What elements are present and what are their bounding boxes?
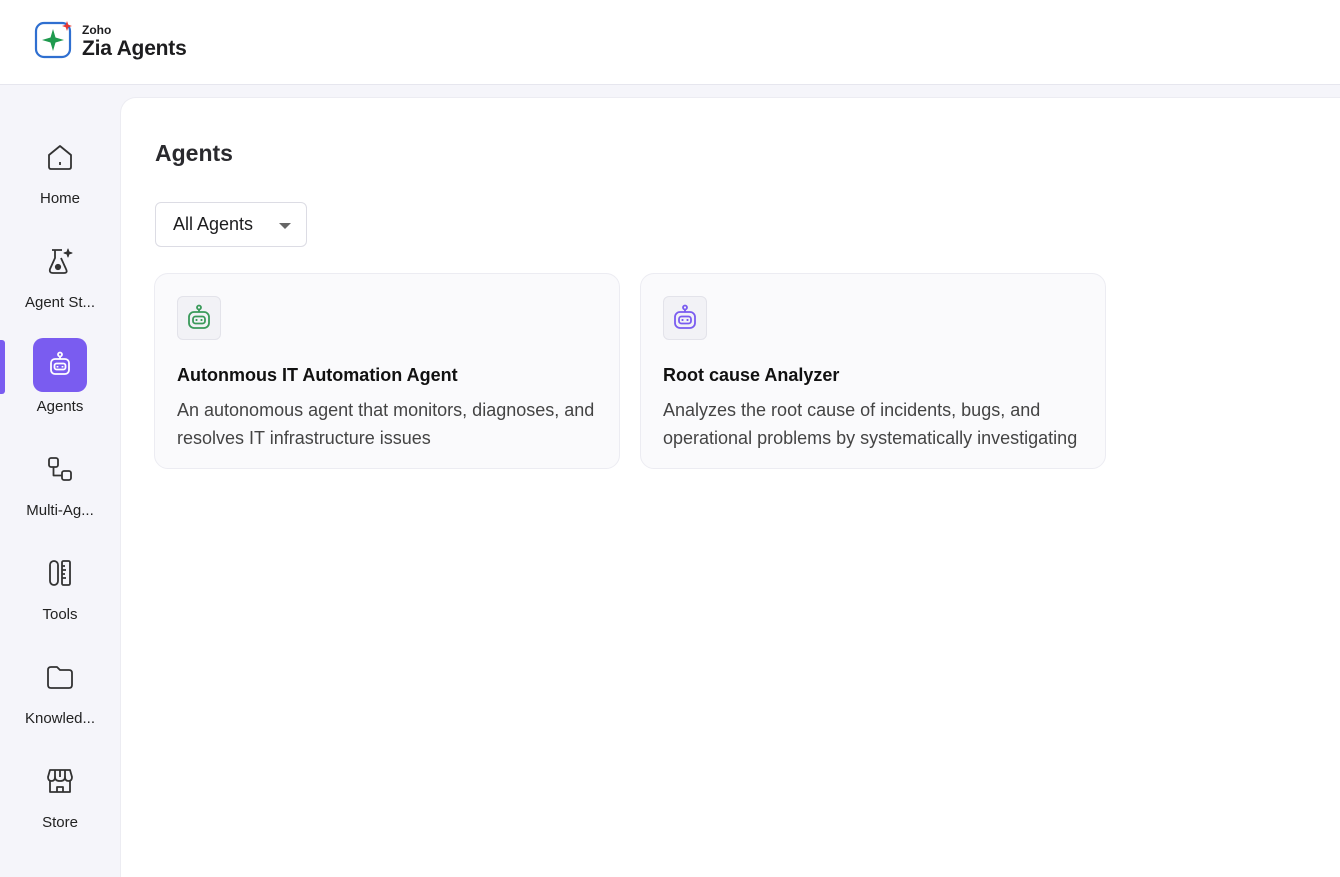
- folder-icon: [33, 650, 87, 704]
- agent-card-title: Autonmous IT Automation Agent: [177, 365, 458, 385]
- agent-card[interactable]: Autonmous IT Automation Agent An autonom…: [154, 273, 620, 469]
- sidebar-item-tools[interactable]: Tools: [0, 546, 120, 646]
- sidebar-item-home[interactable]: Home: [0, 130, 120, 230]
- agent-card-description: An autonomous agent that monitors, diagn…: [177, 400, 595, 448]
- sidebar-item-label: Store: [42, 814, 78, 831]
- chevron-down-icon: [279, 223, 291, 229]
- agent-card-description: Analyzes the root cause of incidents, bu…: [663, 400, 1078, 448]
- sidebar-item-label: Agent St...: [24, 294, 96, 311]
- tools-icon: [33, 546, 87, 600]
- robot-icon: [33, 338, 87, 392]
- agent-filter-dropdown[interactable]: All Agents: [155, 202, 307, 247]
- sidebar-item-label: Agents: [36, 398, 84, 415]
- sidebar-item-store[interactable]: Store: [0, 754, 120, 854]
- page-title: Agents: [155, 140, 233, 166]
- robot-icon: [177, 296, 221, 340]
- main-content: Agents All Agents Autonmous IT Automatio…: [120, 97, 1340, 877]
- agent-studio-icon: [33, 234, 87, 288]
- sidebar-item-label: Home: [39, 190, 80, 207]
- agent-card-title: Root cause Analyzer: [663, 365, 840, 385]
- store-icon: [33, 754, 87, 808]
- sidebar: Home Agent St... Agents Multi-Ag... Tool…: [0, 86, 120, 860]
- robot-icon: [663, 296, 707, 340]
- sidebar-item-label: Knowled...: [24, 710, 96, 727]
- top-bar: Zoho Zia Agents: [0, 0, 1340, 85]
- product-name: Zia Agents: [82, 36, 187, 60]
- sidebar-item-agents[interactable]: Agents: [0, 338, 120, 438]
- zia-logo-icon: [34, 19, 74, 59]
- agent-card[interactable]: Root cause Analyzer Analyzes the root ca…: [640, 273, 1106, 469]
- filter-selected-value: All Agents: [173, 214, 254, 234]
- sidebar-item-label: Multi-Ag...: [26, 502, 94, 519]
- sidebar-item-multi-agent[interactable]: Multi-Ag...: [0, 442, 120, 542]
- sidebar-item-knowledge[interactable]: Knowled...: [0, 650, 120, 750]
- app-logo[interactable]: Zoho Zia Agents: [34, 19, 187, 59]
- workflow-icon: [33, 442, 87, 496]
- home-icon: [33, 130, 87, 184]
- brand-name: Zoho: [82, 22, 112, 37]
- sidebar-item-label: Tools: [42, 606, 78, 623]
- sidebar-item-agent-studio[interactable]: Agent St...: [0, 234, 120, 334]
